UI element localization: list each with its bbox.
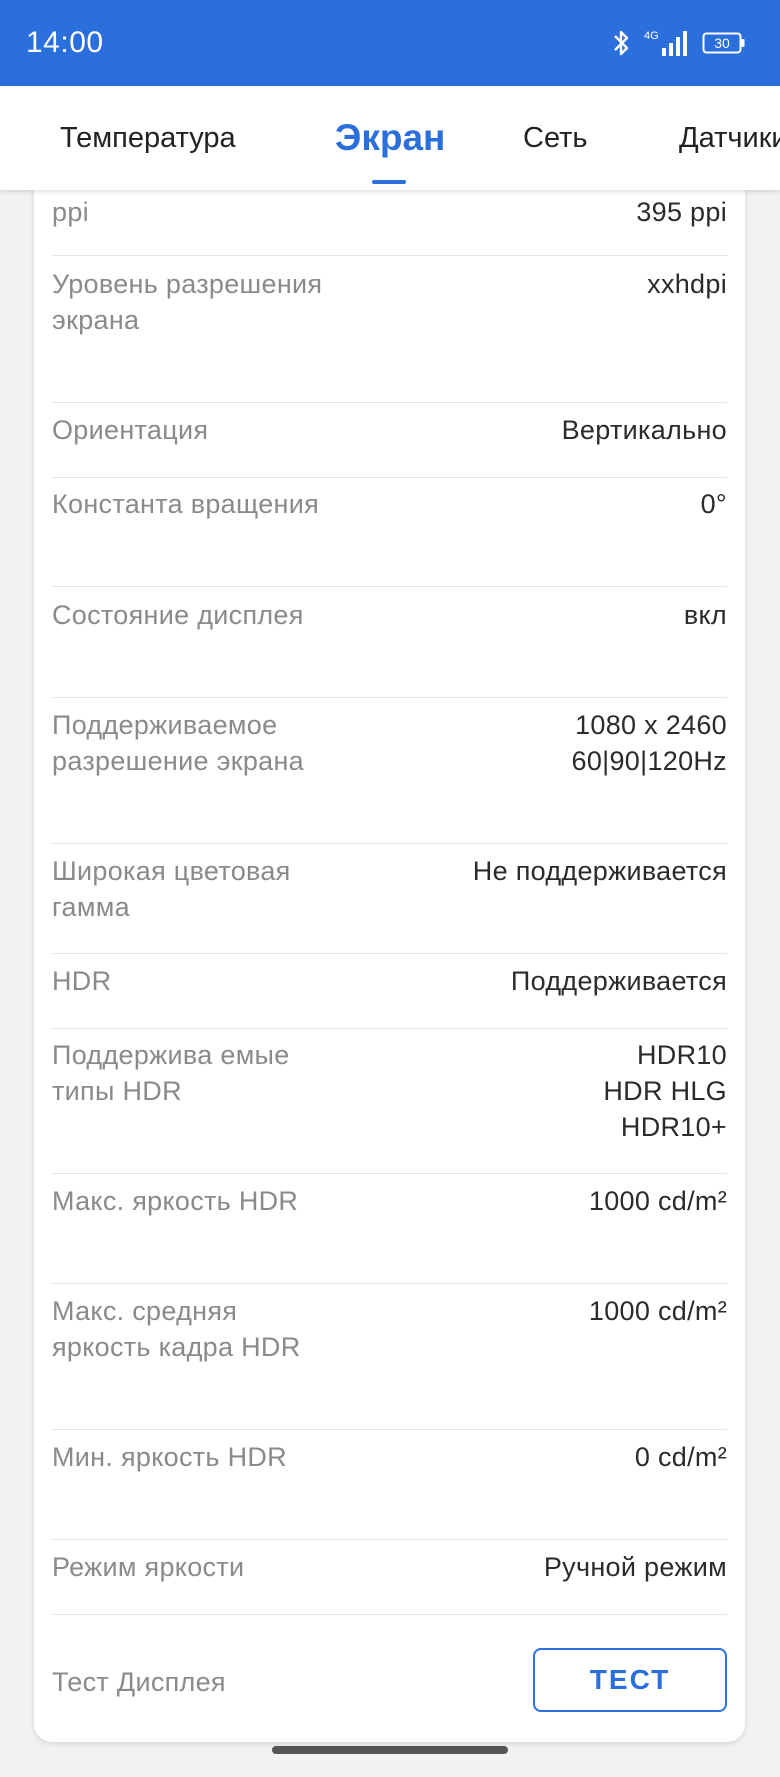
info-row-hdr-types: Поддержива емые типы HDR HDR10 HDR HLG H… bbox=[52, 1037, 727, 1174]
info-row-ppi: ppi 395 ppi bbox=[52, 194, 727, 256]
home-indicator[interactable] bbox=[272, 1746, 508, 1754]
row-label: Поддержива емые типы HDR bbox=[52, 1040, 290, 1106]
row-value: 395 ppi bbox=[636, 197, 727, 227]
info-row-display-state: Состояние дисплея вкл bbox=[52, 597, 727, 698]
row-value: Ручной режим bbox=[543, 1552, 727, 1582]
row-label: Широкая цветовая гамма bbox=[52, 856, 291, 922]
info-row-hdr-max-brightness: Макс. яркость HDR 1000 cd/m² bbox=[52, 1183, 727, 1284]
info-row-density: Уровень разрешения экрана xxhdpi bbox=[52, 266, 727, 403]
row-value: 0 cd/m² bbox=[634, 1442, 727, 1472]
row-value: 0° bbox=[700, 489, 727, 519]
row-label: Макс. средняя яркость кадра HDR bbox=[52, 1296, 301, 1362]
active-tab-indicator bbox=[372, 180, 406, 184]
row-label: Поддерживаемое разрешение экрана bbox=[52, 710, 304, 776]
display-test-label: Тест Дисплея bbox=[52, 1667, 226, 1697]
row-value: xxhdpi bbox=[647, 269, 727, 299]
tab-bar: Температура Экран Сеть Датчики bbox=[0, 86, 780, 190]
test-button[interactable]: ТЕСТ bbox=[533, 1648, 727, 1712]
row-value: HDR10 HDR HLG HDR10+ bbox=[603, 1040, 727, 1142]
info-row-wide-color: Широкая цветовая гамма Не поддерживается bbox=[52, 853, 727, 954]
row-value: Вертикально bbox=[561, 415, 727, 445]
info-row-supported-resolution: Поддерживаемое разрешение экрана 1080 x … bbox=[52, 707, 727, 844]
info-row-hdr-max-avg-brightness: Макс. средняя яркость кадра HDR 1000 cd/… bbox=[52, 1293, 727, 1430]
row-label: Ориентация bbox=[52, 415, 209, 445]
status-icons: 4G 30 bbox=[612, 28, 746, 58]
info-row-hdr-min-brightness: Мин. яркость HDR 0 cd/m² bbox=[52, 1439, 727, 1540]
row-value: Не поддерживается bbox=[472, 856, 727, 886]
status-bar: 14:00 4G 30 bbox=[0, 0, 780, 86]
tab-network[interactable]: Сеть bbox=[523, 86, 588, 190]
screen-info-card: ppi 395 ppi Уровень разрешения экрана xx… bbox=[34, 150, 745, 1742]
row-label: Макс. яркость HDR bbox=[52, 1186, 299, 1216]
tab-screen[interactable]: Экран bbox=[335, 86, 445, 190]
row-label: Уровень разрешения экрана bbox=[52, 269, 323, 335]
row-value: 1000 cd/m² bbox=[588, 1296, 727, 1326]
bluetooth-icon bbox=[612, 28, 632, 58]
row-value: Поддерживается bbox=[510, 966, 727, 996]
row-label: Мин. яркость HDR bbox=[52, 1442, 287, 1472]
signal-icon: 4G bbox=[644, 28, 690, 58]
row-value: 1080 x 2460 60|90|120Hz bbox=[571, 710, 727, 776]
battery-icon: 30 bbox=[702, 30, 746, 56]
row-label: HDR bbox=[52, 966, 112, 996]
row-label: Состояние дисплея bbox=[52, 600, 304, 630]
info-row-brightness-mode: Режим яркости Ручной режим bbox=[52, 1549, 727, 1615]
tab-temperature[interactable]: Температура bbox=[60, 86, 236, 190]
row-value: вкл bbox=[683, 600, 727, 630]
row-label: Режим яркости bbox=[52, 1552, 245, 1582]
row-value: 1000 cd/m² bbox=[588, 1186, 727, 1216]
status-time: 14:00 bbox=[26, 26, 104, 59]
battery-level: 30 bbox=[714, 35, 730, 51]
tab-sensors[interactable]: Датчики bbox=[679, 86, 780, 190]
info-row-hdr: HDR Поддерживается bbox=[52, 963, 727, 1029]
info-row-orientation: Ориентация Вертикально bbox=[52, 412, 727, 478]
row-label: Константа вращения bbox=[52, 489, 320, 519]
network-type-label: 4G bbox=[644, 30, 659, 42]
row-label: ppi bbox=[52, 197, 89, 227]
info-row-rotation: Константа вращения 0° bbox=[52, 486, 727, 587]
